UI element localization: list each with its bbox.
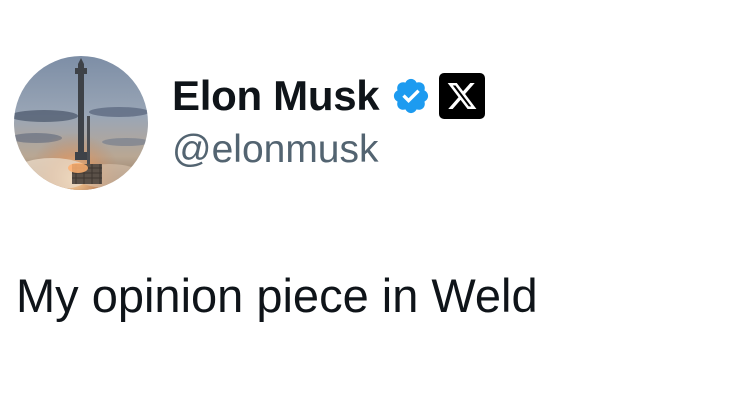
user-handle[interactable]: @elonmusk: [172, 127, 379, 174]
tweet-card: Elon Musk @elonmusk My opinion piece in …: [0, 0, 740, 416]
tweet-text: My opinion piece in Weld: [16, 269, 538, 322]
x-logo-icon: [439, 73, 486, 119]
display-name[interactable]: Elon Musk: [172, 75, 380, 117]
verified-badge-icon[interactable]: [391, 76, 431, 116]
avatar[interactable]: [14, 56, 148, 190]
starship-launch-avatar: [14, 56, 148, 190]
author-name-row: Elon Musk: [172, 70, 486, 122]
